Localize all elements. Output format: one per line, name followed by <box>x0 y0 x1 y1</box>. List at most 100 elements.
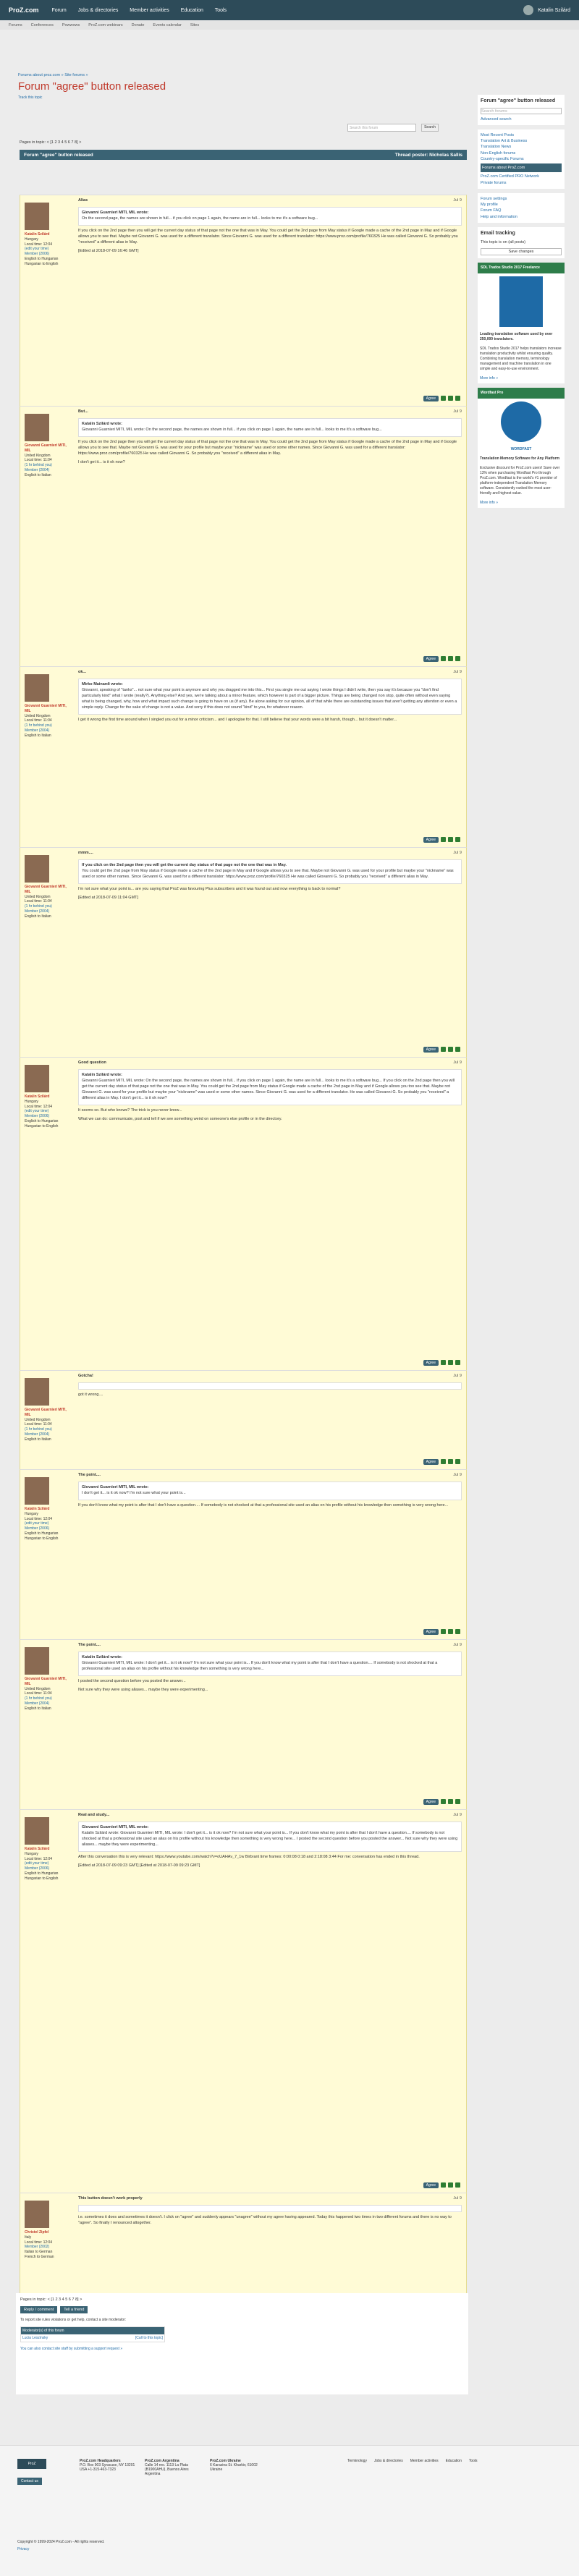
subnav-powwows[interactable]: Powwows <box>62 23 80 27</box>
cat-country[interactable]: Country-specific Forums <box>481 156 562 162</box>
subnav-sites[interactable]: Sites <box>190 23 199 27</box>
tracking-status[interactable]: This topic is on (all posts) <box>481 239 562 245</box>
moderator-link[interactable]: Lucia Leszinsky <box>22 2336 48 2340</box>
agree-button[interactable]: Agree <box>423 837 439 843</box>
author-photo[interactable] <box>25 203 49 230</box>
privacy-link[interactable]: Privacy <box>17 2547 29 2551</box>
author-time-diff[interactable]: (edit your time) <box>25 1861 69 1866</box>
link-icon[interactable] <box>455 2182 460 2188</box>
bottom-pagination[interactable]: Pages in topic: < [1 2 3 4 5 6 7 8] > <box>16 2293 468 2306</box>
cat-news[interactable]: Translation News <box>481 144 562 150</box>
author-membership[interactable]: Member (2006) <box>25 1866 69 1871</box>
breadcrumb[interactable]: Forums about proz.com » Site forums » <box>18 73 88 77</box>
reply-button[interactable]: Reply / comment <box>20 2306 58 2313</box>
cat-recent[interactable]: Most Recent Posts <box>481 132 562 138</box>
save-changes-button[interactable]: Save changes <box>481 247 562 255</box>
quote-icon[interactable] <box>448 1360 453 1365</box>
edit-icon[interactable] <box>441 1629 446 1634</box>
subnav-forums[interactable]: Forums <box>9 23 22 27</box>
author-time-diff[interactable]: (1 hr behind you) <box>25 1696 69 1701</box>
author-membership[interactable]: Member (2004) <box>25 468 69 473</box>
link-icon[interactable] <box>455 1799 460 1804</box>
author-membership[interactable]: Member (2004) <box>25 909 69 914</box>
forum-faq-link[interactable]: Forum FAQ <box>481 208 562 213</box>
quote-icon[interactable] <box>448 1629 453 1634</box>
author-membership[interactable]: Member (2004) <box>25 728 69 734</box>
footer-link-tools[interactable]: Tools <box>469 2459 478 2463</box>
author-time-diff[interactable]: (edit your time) <box>25 1521 69 1526</box>
edit-icon[interactable] <box>441 1459 446 1464</box>
author-name[interactable]: Katalin Szilárd <box>25 1094 69 1100</box>
edit-icon[interactable] <box>441 2182 446 2188</box>
sidebar-search-input[interactable]: Search forums <box>481 107 562 114</box>
nav-forum[interactable]: Forum <box>52 8 67 13</box>
author-name[interactable]: Giovanni Guarnieri MITI, MIL <box>25 704 69 714</box>
footer-link-terminology[interactable]: Terminology <box>347 2459 367 2463</box>
wordfast-ad[interactable]: Wordfast Pro WORDFAST Translation Memory… <box>478 387 565 508</box>
agree-button[interactable]: Agree <box>423 1799 439 1805</box>
author-photo[interactable] <box>25 1378 49 1406</box>
cat-art[interactable]: Translation Art & Business <box>481 138 562 144</box>
footer-logo[interactable]: ProZ <box>17 2459 46 2469</box>
edit-icon[interactable] <box>441 656 446 661</box>
nav-member[interactable]: Member activities <box>130 8 169 13</box>
author-time-diff[interactable]: (edit your time) <box>25 247 69 252</box>
cat-non-english[interactable]: Non-English forums <box>481 150 562 156</box>
edit-icon[interactable] <box>441 396 446 401</box>
agree-button[interactable]: Agree <box>423 1047 439 1053</box>
agree-button[interactable]: Agree <box>423 396 439 401</box>
author-photo[interactable] <box>25 1647 49 1675</box>
agree-button[interactable]: Agree <box>423 2182 439 2188</box>
edit-icon[interactable] <box>441 1360 446 1365</box>
edit-icon[interactable] <box>441 837 446 842</box>
author-time-diff[interactable]: (1 hr behind you) <box>25 1427 69 1432</box>
agree-button[interactable]: Agree <box>423 1459 439 1465</box>
author-membership[interactable]: Member (2004) <box>25 1701 69 1706</box>
quote-icon[interactable] <box>448 1799 453 1804</box>
author-time-diff[interactable]: (1 hr behind you) <box>25 904 69 909</box>
author-photo[interactable] <box>25 2201 49 2228</box>
help-link[interactable]: Help and information <box>481 214 562 220</box>
agree-button[interactable]: Agree <box>423 1629 439 1635</box>
cat-pro-network[interactable]: ProZ.com Certified PRO Network <box>481 174 562 179</box>
author-membership[interactable]: Member (2006) <box>25 1526 69 1531</box>
sdl-more-link[interactable]: More info » <box>478 374 565 383</box>
subnav-webinars[interactable]: ProZ.com webinars <box>88 23 122 27</box>
author-membership[interactable]: Member (2002) <box>25 2245 69 2250</box>
author-time-diff[interactable]: (1 hr behind you) <box>25 463 69 468</box>
support-link[interactable]: You can also contact site staff by submi… <box>16 2342 468 2355</box>
author-time-diff[interactable]: (1 hr behind you) <box>25 723 69 728</box>
advanced-search-link[interactable]: Advanced search <box>481 116 562 122</box>
author-name[interactable]: Katalin Szilárd <box>25 1507 69 1512</box>
footer-link-jobs[interactable]: Jobs & directories <box>374 2459 403 2463</box>
author-photo[interactable] <box>25 1477 49 1505</box>
author-photo[interactable] <box>25 855 49 883</box>
nav-tools[interactable]: Tools <box>215 8 227 13</box>
wordfast-more-link[interactable]: More info » <box>478 498 565 508</box>
logo[interactable]: ProZ.com <box>9 7 39 14</box>
quote-icon[interactable] <box>448 396 453 401</box>
agree-button[interactable]: Agree <box>423 656 439 662</box>
author-name[interactable]: Christel Zipfel <box>25 2230 69 2235</box>
link-icon[interactable] <box>455 1047 460 1052</box>
author-time-diff[interactable]: (edit your time) <box>25 1109 69 1114</box>
link-icon[interactable] <box>455 396 460 401</box>
link-icon[interactable] <box>455 1459 460 1464</box>
author-name[interactable]: Katalin Szilárd <box>25 1847 69 1852</box>
link-icon[interactable] <box>455 837 460 842</box>
contact-us-button[interactable]: Contact us <box>17 2478 42 2485</box>
edit-icon[interactable] <box>441 1799 446 1804</box>
quote-icon[interactable] <box>448 656 453 661</box>
nav-education[interactable]: Education <box>181 8 203 13</box>
author-photo[interactable] <box>25 1065 49 1092</box>
cat-about-proz[interactable]: Forums about ProZ.com <box>481 163 562 173</box>
forum-settings-link[interactable]: Forum settings <box>481 196 562 202</box>
sdl-ad[interactable]: SDL Trados Studio 2017 Freelance Leading… <box>478 262 565 383</box>
contact-moderator-link[interactable]: [Call to this topic] <box>135 2336 163 2340</box>
my-profile-link[interactable]: My profile <box>481 202 562 208</box>
quote-icon[interactable] <box>448 2182 453 2188</box>
subnav-events[interactable]: Events calendar <box>153 23 181 27</box>
link-icon[interactable] <box>455 1360 460 1365</box>
user-menu[interactable]: Katalin Szilárd <box>523 5 570 15</box>
subnav-conferences[interactable]: Conferences <box>31 23 54 27</box>
